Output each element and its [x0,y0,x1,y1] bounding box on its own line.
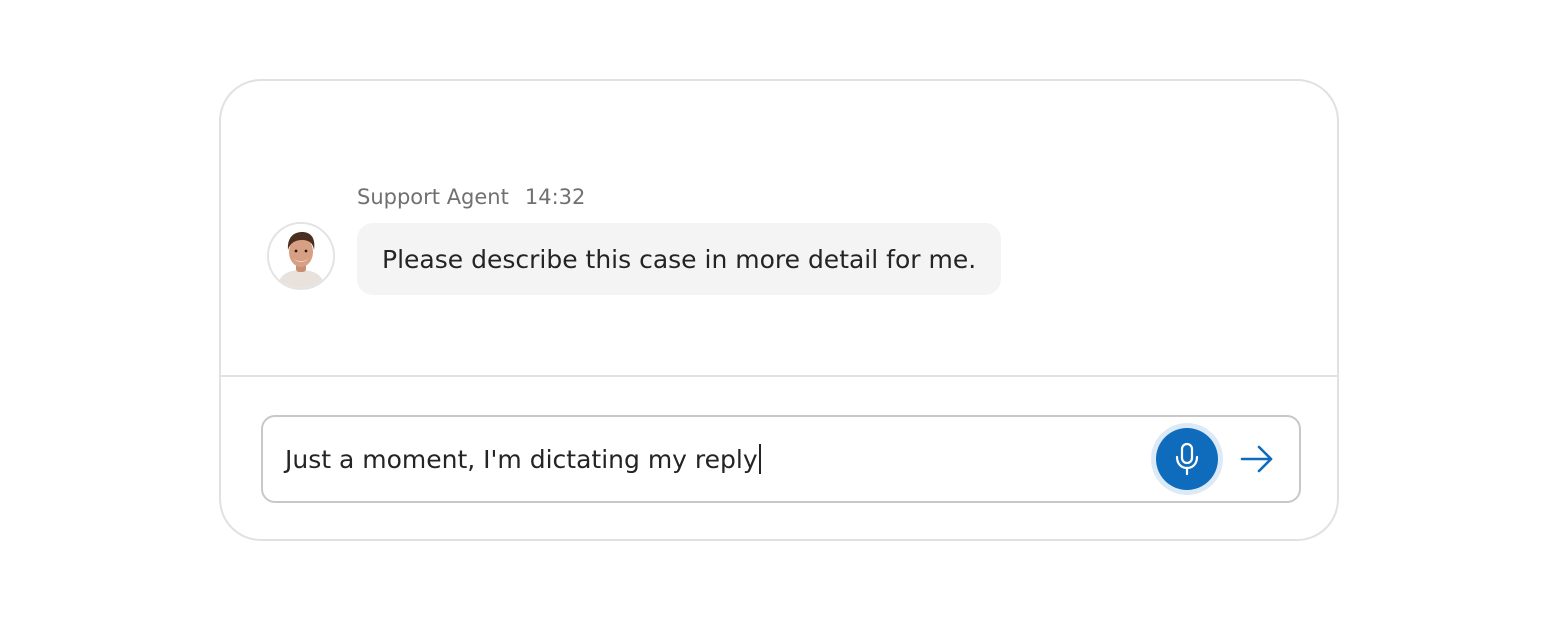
text-caret [758,444,761,474]
input-value: Just a moment, I'm dictating my reply [285,444,758,474]
message-meta: Support Agent 14:32 [357,182,585,212]
send-button[interactable] [1237,439,1277,479]
message-time: 14:32 [524,185,586,209]
message-bubble: Please describe this case in more detail… [357,223,1002,295]
person-portrait-icon [269,224,333,288]
sender-name: Support Agent [357,185,509,209]
message-list: Support Agent 14:32 Please describe this… [221,81,1337,376]
microphone-button[interactable] [1156,428,1218,490]
microphone-icon [1175,442,1199,476]
chat-card: Support Agent 14:32 Please describe this… [219,79,1339,541]
divider [221,375,1337,377]
arrow-right-icon [1240,445,1273,473]
message-text: Please describe this case in more detail… [382,244,977,274]
message-input[interactable]: Just a moment, I'm dictating my reply [261,415,1301,503]
message-input-field[interactable]: Just a moment, I'm dictating my reply [285,417,761,501]
avatar [267,222,335,290]
mic-active-halo [1151,423,1223,495]
